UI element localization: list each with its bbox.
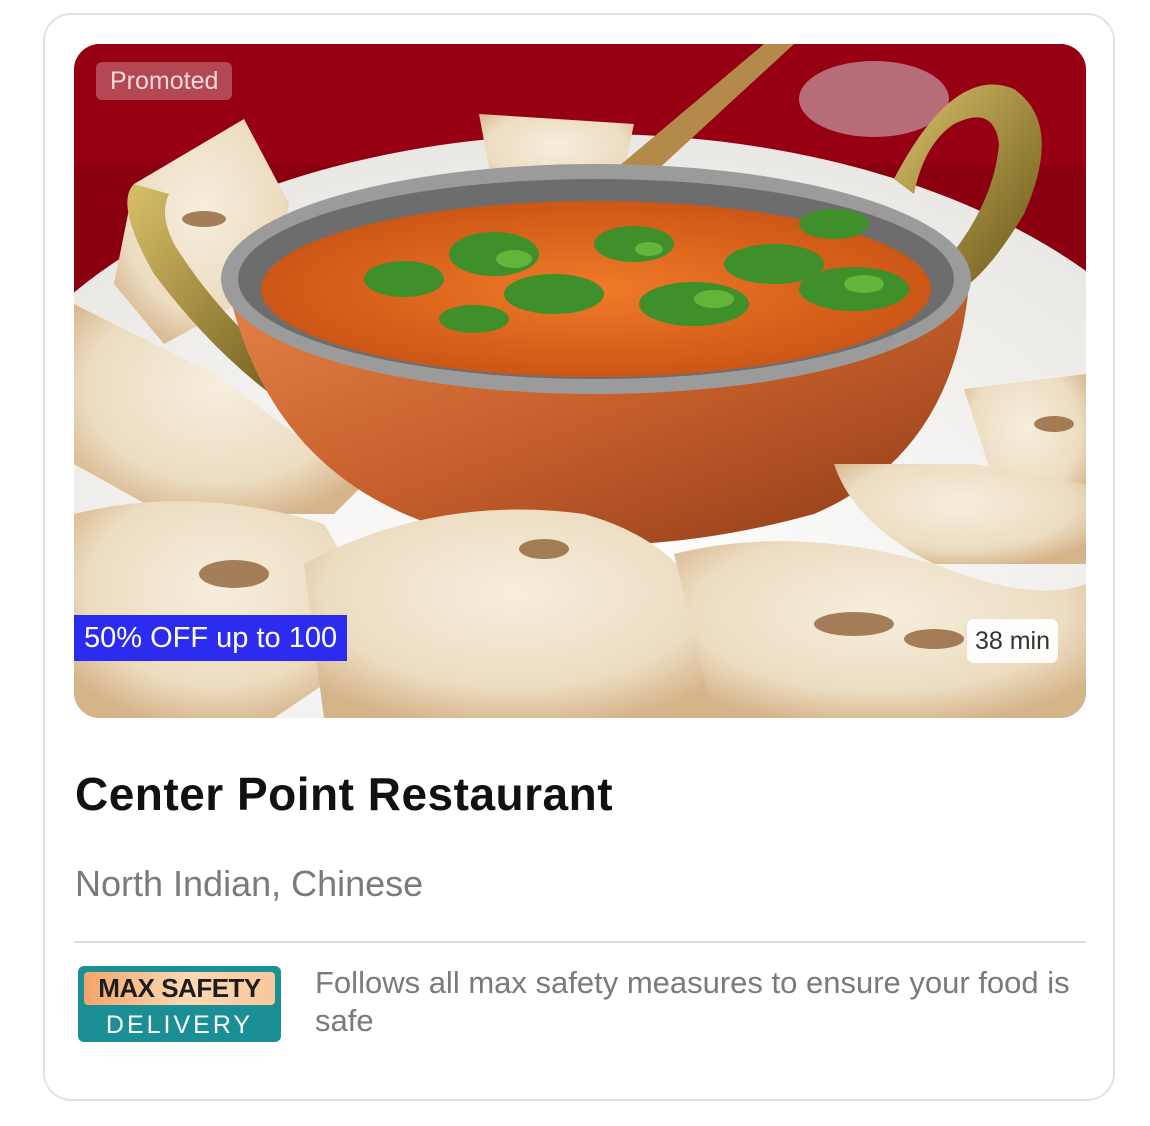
restaurant-photo[interactable]: Promoted 50% OFF up to 100 38 min: [74, 44, 1086, 718]
promoted-tag: Promoted: [96, 62, 233, 100]
cuisine-list: North Indian, Chinese: [75, 863, 424, 904]
restaurant-name[interactable]: Center Point Restaurant: [75, 764, 613, 824]
delivery-label: DELIVERY: [105, 1011, 254, 1039]
max-safety-badge: MAX SAFETY DELIVERY: [78, 966, 281, 1042]
divider: [74, 941, 1086, 943]
offer-badge: 50% OFF up to 100: [74, 615, 348, 661]
delivery-time-badge: 38 min: [966, 619, 1058, 663]
max-safety-label: MAX SAFETY: [84, 972, 275, 1005]
safety-description: Follows all max safety measures to ensur…: [315, 965, 1070, 1038]
